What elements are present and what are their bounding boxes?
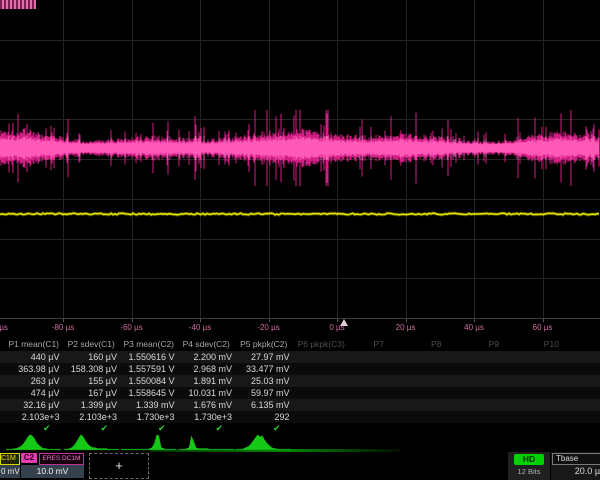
measurement-value: 1.557591 V (120, 363, 178, 375)
param-header-p9[interactable]: P9 (465, 338, 523, 351)
measurement-histicon (120, 432, 178, 452)
measurement-value: 33.477 mV (235, 363, 293, 375)
measurement-value: 10.031 mV (178, 387, 236, 399)
param-header-p8[interactable]: P8 (408, 338, 466, 351)
axis-tick (63, 319, 64, 322)
measurement-value: 1.399 µV (63, 399, 121, 411)
param-header-p10[interactable]: P10 (523, 338, 581, 351)
param-header-p5[interactable]: P5 pkpk(C2) (235, 338, 293, 351)
hd-bits-label: 12 Bits (508, 467, 550, 476)
measurement-value: 167 µV (63, 387, 121, 399)
graticule-and-traces[interactable] (0, 0, 600, 318)
histogram-icons-row (0, 432, 600, 452)
param-header-p6[interactable]: P6 pkpk(C3) (293, 338, 351, 351)
channel2-chip[interactable]: C2 (21, 453, 37, 463)
param-header-p3[interactable]: P3 mean(C2) (120, 338, 178, 351)
channel2-descriptor-value[interactable]: 10.0 mV (21, 465, 84, 478)
measurement-value: 1.339 mV (120, 399, 178, 411)
measurement-value: 158.308 µV (63, 363, 121, 375)
axis-tick (200, 319, 201, 322)
timebase-value: 20.0 µ (552, 466, 600, 476)
add-trace-button[interactable]: + (89, 453, 149, 479)
c2-trace-core (0, 136, 599, 160)
measurement-value: 2.103e+3 (5, 411, 63, 423)
measurement-histicon (5, 432, 63, 452)
measurement-value: 155 µV (63, 375, 121, 387)
axis-tick (132, 319, 133, 322)
measurement-value: 6.135 mV (235, 399, 293, 411)
hd-mode-panel[interactable]: HD 12 Bits (508, 452, 550, 480)
axis-tick-label: -40 µs (175, 323, 225, 332)
measurement-value: 1.550084 V (120, 375, 178, 387)
trigger-position-marker[interactable] (340, 319, 348, 326)
axis-tick-label: -60 µs (107, 323, 157, 332)
measurement-histicon (235, 432, 293, 452)
axis-tick-label: -20 µs (244, 323, 294, 332)
measurement-value: 1.730e+3 (120, 411, 178, 423)
measurement-value: 2.968 mV (178, 363, 236, 375)
measurement-value: 59.97 mV (235, 387, 293, 399)
timebase-axis: -100 µs -80 µs -60 µs -40 µs -20 µs 0 µs 20 µs… (0, 318, 600, 338)
axis-tick (337, 319, 338, 322)
timebase-label: Tbase (552, 453, 600, 465)
timebase-panel[interactable]: Tbase 20.0 µ (551, 452, 600, 480)
measurement-value: 25.03 mV (235, 375, 293, 387)
axis-tick (269, 319, 270, 322)
axis-tick (474, 319, 475, 322)
axis-tick-label: -80 µs (38, 323, 88, 332)
axis-tick-label: 20 µs (381, 323, 431, 332)
measurement-table: P1 mean(C1)440 µV363.98 µV263 µV474 µV32… (0, 338, 600, 433)
axis-tick-label: 40 µs (449, 323, 499, 332)
measurement-value: 32.16 µV (5, 399, 63, 411)
param-header-p11[interactable]: P11 (580, 338, 600, 351)
hd-badge[interactable]: HD (514, 454, 544, 465)
screen-annotation-badge (0, 0, 36, 9)
axis-tick (406, 319, 407, 322)
measurement-value: 1.676 mV (178, 399, 236, 411)
axis-line (0, 318, 600, 319)
measurement-value: 1.730e+3 (178, 411, 236, 423)
measurement-value: 263 µV (5, 375, 63, 387)
param-header-p4[interactable]: P4 sdev(C2) (178, 338, 236, 351)
channel1-descriptor-title[interactable]: C1M (0, 453, 20, 465)
oscilloscope-screen: -100 µs -80 µs -60 µs -40 µs -20 µs 0 µs 20 µs… (0, 0, 600, 480)
measurement-value: 474 µV (5, 387, 63, 399)
axis-tick-label: 0 µs (312, 323, 362, 332)
param-header-p2[interactable]: P2 sdev(C1) (63, 338, 121, 351)
axis-tick-label: 60 µs (518, 323, 568, 332)
measurement-histicon (63, 432, 121, 452)
param-header-p7[interactable]: P7 (350, 338, 408, 351)
measurement-value: 292 (235, 411, 293, 423)
measurement-value: 2.200 mV (178, 351, 236, 363)
measurement-value: 1.558645 V (120, 387, 178, 399)
channel1-descriptor-value[interactable]: 0 mV (0, 465, 20, 478)
measurement-value: 160 µV (63, 351, 121, 363)
param-header-p1[interactable]: P1 mean(C1) (5, 338, 63, 351)
axis-tick-label: -100 µs (0, 323, 20, 332)
bottom-toolbar: C1M 0 mV C2 ERES DC1M 10.0 mV + HD 12 Bi… (0, 452, 600, 480)
measurement-value: 27.97 mV (235, 351, 293, 363)
measurement-value: 363.98 µV (5, 363, 63, 375)
measurement-value: 2.103e+3 (63, 411, 121, 423)
measurement-value: 1.891 mV (178, 375, 236, 387)
measurement-histicon (178, 432, 236, 452)
channel2-coupling-badge[interactable]: ERES DC1M (39, 453, 84, 465)
measurement-value: 440 µV (5, 351, 63, 363)
measurement-value: 1.550616 V (120, 351, 178, 363)
axis-tick (543, 319, 544, 322)
